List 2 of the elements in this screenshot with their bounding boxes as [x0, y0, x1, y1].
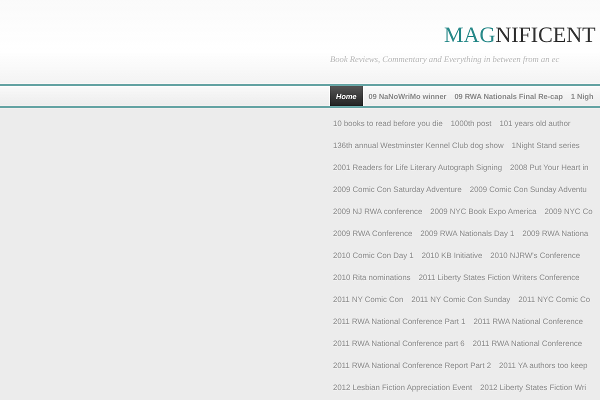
site-title[interactable]: MAGNIFICENT — [330, 20, 600, 50]
site-tagline: Book Reviews, Commentary and Everything in between from an ec — [330, 54, 560, 64]
